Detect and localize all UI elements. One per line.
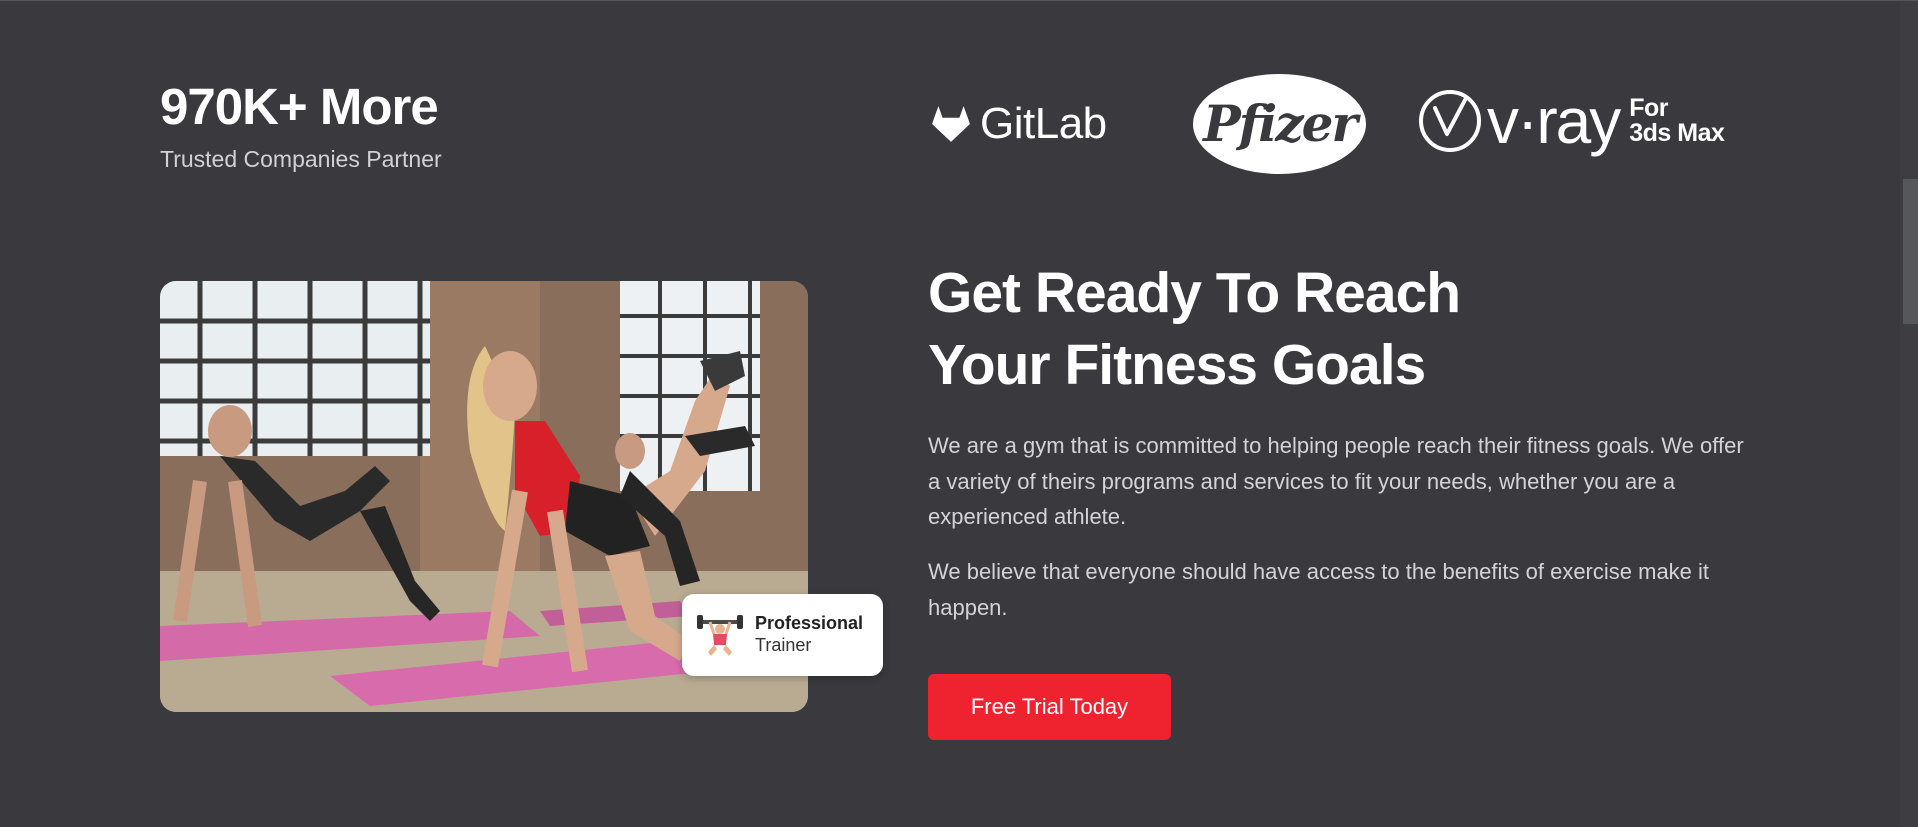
vray-logo: v·ray For 3ds Max [1417,81,1725,161]
vray-suffix: For 3ds Max [1629,93,1725,147]
hero-heading-line1: Get Ready To Reach [928,261,1461,325]
badge-title: Professional [755,613,864,634]
hero-paragraph-1: We are a gym that is committed to helpin… [928,433,1744,529]
page: 970K+ More Trusted Companies Partner Git… [0,0,1918,827]
badge-text: Professional Trainer [755,613,863,656]
stats-headline: 970K+ More [160,78,439,135]
hero-heading-line2: Your Fitness Goals [928,333,1426,397]
hero-heading: Get Ready To Reach Your Fitness Goals [928,257,1628,401]
pfizer-logo: Pfizer [1193,74,1366,174]
gitlab-fox-icon [932,106,970,142]
weightlifter-icon [697,615,743,656]
professional-trainer-badge: Professional Trainer [682,594,883,676]
gitlab-logo: GitLab [930,99,1107,148]
scrollbar-thumb[interactable] [1903,179,1918,324]
stats-subtitle: Trusted Companies Partner [160,146,442,172]
hero-paragraph-2: We believe that everyone should have acc… [928,559,1710,620]
gitlab-wordmark: GitLab [980,99,1107,148]
vray-wordmark: v·ray [1487,85,1621,157]
vray-check-icon [1419,90,1481,152]
badge-subtitle: Trainer [755,635,812,655]
free-trial-button[interactable]: Free Trial Today [928,674,1171,740]
pfizer-wordmark: Pfizer [1203,94,1358,153]
vray-suffix-line2: 3ds Max [1629,119,1725,147]
page-scrollbar[interactable] [1900,1,1918,827]
vray-suffix-line1: For [1629,93,1668,122]
